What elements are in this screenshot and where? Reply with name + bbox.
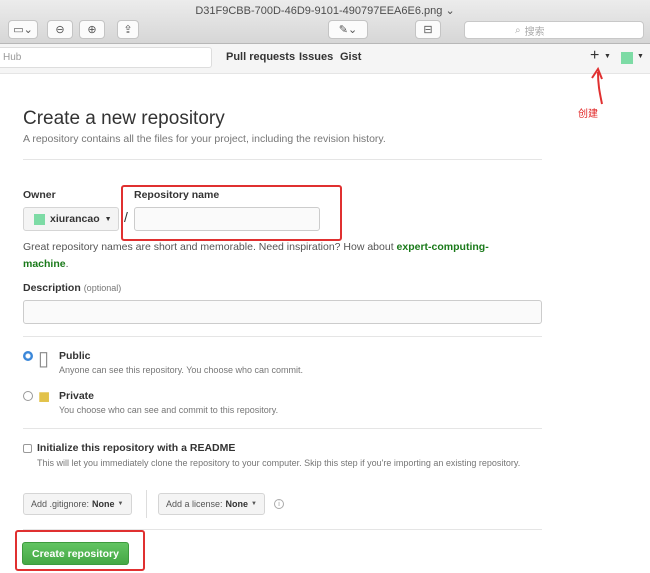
title-chevron-icon[interactable]: ⌄ [445, 5, 454, 17]
private-title: Private [59, 390, 95, 402]
visibility-public-radio[interactable] [23, 351, 33, 361]
caret-down-icon: ▼ [251, 501, 257, 507]
readme-desc: This will let you immediately clone the … [37, 458, 521, 468]
new-menu-caret-icon[interactable]: ▼ [604, 53, 611, 60]
zoom-out-icon: ⊖ [55, 24, 65, 36]
zoom-in-button[interactable]: ⊕ [79, 20, 105, 39]
annotation-box-create [15, 530, 145, 571]
info-icon[interactable]: i [274, 499, 284, 509]
private-desc: You choose who can see and commit to thi… [59, 405, 279, 415]
sidebar-icon: ▭⌄ [13, 24, 33, 36]
caret-down-icon: ▼ [104, 215, 112, 223]
toolbox-button[interactable]: ⊟ [415, 20, 441, 39]
window-search-field[interactable]: ⌕ 搜索 [464, 21, 644, 39]
github-search-input[interactable]: Hub [0, 47, 212, 68]
window-title: D31F9CBB-700D-46D9-9101-490797EEA6E6.png… [0, 4, 650, 17]
visibility-private-radio[interactable] [23, 391, 33, 401]
search-icon: ⌕ [515, 24, 521, 36]
public-desc: Anyone can see this repository. You choo… [59, 365, 303, 375]
license-value: None [225, 499, 249, 509]
description-label: Description (optional) [23, 282, 121, 294]
description-optional: (optional) [83, 283, 122, 293]
toolbox-icon: ⊟ [423, 24, 433, 36]
markup-button[interactable]: ✎⌄ [328, 20, 368, 39]
divider [23, 336, 542, 337]
owner-select[interactable]: xiurancao ▼ [23, 207, 119, 231]
name-hint-period: . [65, 258, 69, 270]
nav-issues[interactable]: Issues [299, 51, 333, 63]
gitignore-value: None [92, 499, 115, 509]
nav-pull-requests[interactable]: Pull requests [226, 51, 295, 63]
zoom-in-icon: ⊕ [87, 24, 97, 36]
owner-label: Owner [23, 189, 56, 201]
page-title: Create a new repository [23, 108, 225, 129]
annotation-arrow-icon [591, 66, 603, 105]
user-avatar[interactable] [621, 52, 633, 64]
zoom-out-button[interactable]: ⊖ [47, 20, 73, 39]
annotation-box-repo-name [121, 185, 342, 241]
pen-icon: ✎⌄ [338, 24, 358, 36]
readme-title: Initialize this repository with a README [37, 442, 236, 454]
new-menu-plus-icon[interactable]: + [590, 47, 599, 65]
github-search-text: Hub [3, 52, 22, 63]
divider [23, 159, 542, 160]
gitignore-select[interactable]: Add .gitignore: None ▼ [23, 493, 132, 515]
window-title-text: D31F9CBB-700D-46D9-9101-490797EEA6E6.png [195, 5, 443, 17]
license-label: Add a license: [166, 499, 223, 509]
search-placeholder: 搜索 [524, 26, 545, 38]
name-hint-text: Great repository names are short and mem… [23, 241, 394, 253]
select-separator [146, 490, 147, 518]
owner-avatar [34, 213, 45, 225]
owner-value: xiurancao [50, 213, 100, 225]
annotation-label: 创建 [578, 109, 598, 120]
description-input[interactable] [23, 300, 542, 324]
repo-book-icon: ▯ [38, 348, 50, 370]
name-hint: Great repository names are short and mem… [23, 239, 528, 273]
public-title: Public [59, 350, 91, 362]
nav-gist[interactable]: Gist [340, 51, 361, 63]
lock-icon: ■ [38, 386, 51, 408]
window-titlebar: D31F9CBB-700D-46D9-9101-490797EEA6E6.png… [0, 0, 650, 44]
description-label-text: Description [23, 282, 81, 294]
avatar-caret-icon[interactable]: ▼ [637, 53, 644, 60]
caret-down-icon: ▼ [117, 501, 124, 507]
divider [23, 428, 542, 429]
share-icon: ⇪ [123, 24, 133, 36]
page-subtitle: A repository contains all the files for … [23, 133, 386, 145]
share-button[interactable]: ⇪ [117, 20, 139, 39]
license-select[interactable]: Add a license: None ▼ [158, 493, 265, 515]
github-header: Hub Pull requests Issues Gist + ▼ ▼ [0, 44, 650, 74]
sidebar-toggle-button[interactable]: ▭⌄ [8, 20, 38, 39]
gitignore-label: Add .gitignore: [31, 499, 90, 509]
readme-checkbox[interactable] [23, 444, 32, 453]
